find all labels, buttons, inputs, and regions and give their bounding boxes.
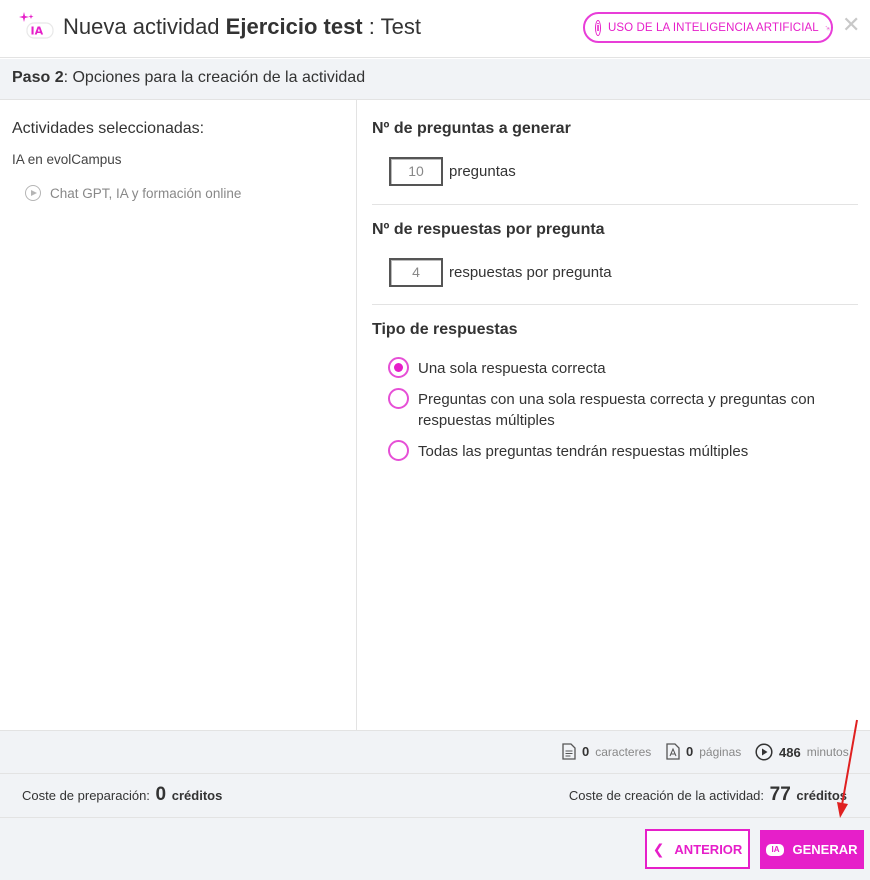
ai-icon: IA bbox=[766, 843, 785, 856]
answer-type-heading: Tipo de respuestas bbox=[372, 321, 518, 338]
selected-activities-heading: Actividades seleccionadas: bbox=[12, 120, 205, 137]
activity-item: Chat GPT, IA y formación online bbox=[25, 185, 241, 201]
answers-unit: respuestas por pregunta bbox=[449, 264, 612, 281]
option-label: Preguntas con una sola respuesta correct… bbox=[418, 391, 815, 429]
page-title: Nueva actividad Ejercicio test : Test bbox=[63, 14, 421, 39]
minutes-stat: 486 minutos bbox=[755, 743, 849, 761]
answers-heading: Nº de respuestas por pregunta bbox=[372, 221, 605, 238]
modal-footer: ❮ ANTERIOR IA GENERAR bbox=[0, 818, 870, 880]
radio-selected-icon[interactable] bbox=[388, 357, 409, 378]
answer-type-option-single[interactable]: Una sola respuesta correcta bbox=[388, 357, 848, 379]
svg-text:IA: IA bbox=[31, 25, 44, 38]
previous-button[interactable]: ❮ ANTERIOR bbox=[645, 829, 750, 869]
generate-button[interactable]: IA GENERAR bbox=[760, 830, 864, 869]
options-panel: Nº de preguntas a generar 10 preguntas N… bbox=[358, 100, 870, 730]
document-icon bbox=[562, 743, 576, 760]
chevron-left-icon: ❮ bbox=[652, 840, 665, 857]
answer-type-option-mixed[interactable]: Preguntas con una sola respuesta correct… bbox=[388, 388, 848, 431]
stats-bar: 0 caracteres 0 páginas 486 minutos bbox=[0, 730, 870, 774]
costs-bar: Coste de preparación: 0 créditos Coste d… bbox=[0, 774, 870, 818]
play-icon bbox=[755, 743, 773, 761]
answers-count-input[interactable]: 4 bbox=[389, 258, 443, 287]
pages-stat: 0 páginas bbox=[666, 743, 741, 760]
activity-item-label: Chat GPT, IA y formación online bbox=[50, 185, 242, 201]
step-bar: Paso 2: Opciones para la creación de la … bbox=[0, 59, 870, 100]
ai-usage-label: USO DE LA INTELIGENCIA ARTIFICIAL bbox=[607, 21, 819, 34]
divider bbox=[372, 304, 858, 305]
ai-mini-icon: IA bbox=[825, 25, 831, 30]
answer-type-option-multiple[interactable]: Todas las preguntas tendrán respuestas m… bbox=[388, 440, 848, 462]
creation-cost: Coste de creación de la actividad: 77 cr… bbox=[568, 784, 847, 805]
modal-header: IA Nueva actividad Ejercicio test : Test… bbox=[0, 0, 870, 58]
questions-unit: preguntas bbox=[449, 163, 516, 180]
ai-usage-button[interactable]: i USO DE LA INTELIGENCIA ARTIFICIAL IA bbox=[583, 12, 833, 43]
radio-icon[interactable] bbox=[388, 440, 409, 461]
course-name: IA en evolCampus bbox=[12, 152, 122, 167]
option-label: Todas las preguntas tendrán respuestas m… bbox=[418, 443, 749, 460]
selected-activities-panel: Actividades seleccionadas: IA en evolCam… bbox=[0, 100, 357, 730]
play-icon bbox=[25, 185, 41, 201]
svg-text:IA: IA bbox=[827, 28, 830, 30]
divider bbox=[372, 204, 858, 205]
questions-count-input[interactable]: 10 bbox=[389, 157, 443, 186]
option-label: Una sola respuesta correcta bbox=[418, 360, 606, 377]
characters-stat: 0 caracteres bbox=[562, 743, 651, 760]
close-icon[interactable]: ✕ bbox=[842, 14, 860, 36]
questions-heading: Nº de preguntas a generar bbox=[372, 120, 571, 137]
preparation-cost: Coste de preparación: 0 créditos bbox=[22, 784, 223, 805]
radio-icon[interactable] bbox=[388, 388, 409, 409]
pdf-icon bbox=[666, 743, 680, 760]
ai-logo-icon: IA bbox=[19, 12, 54, 39]
info-icon: i bbox=[595, 19, 601, 36]
